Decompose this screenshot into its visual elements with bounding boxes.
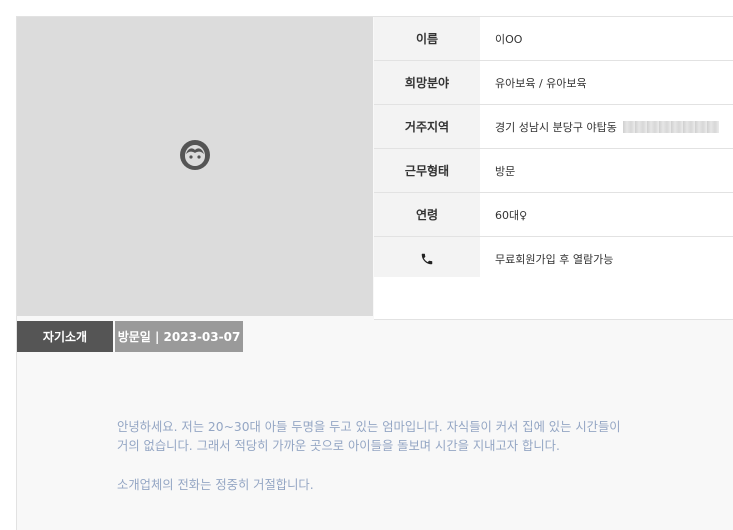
info-label	[374, 237, 480, 280]
phone-icon	[421, 253, 433, 264]
info-label: 이름	[374, 17, 480, 60]
profile-info-table: 이름 이OO 희망분야 유아보육 / 유아보육 거주지역 경기 성남시 분당구 …	[374, 17, 733, 281]
tab-intro[interactable]: 자기소개	[17, 321, 113, 352]
person-face-icon	[180, 140, 210, 170]
info-value: 유아보육 / 유아보육	[480, 61, 733, 104]
info-row-work-type: 근무형태 방문	[374, 149, 733, 193]
info-row-age: 연령 60대♀	[374, 193, 733, 237]
tab-visit-date[interactable]: 방문일 | 2023-03-07	[115, 321, 243, 352]
info-row-field: 희망분야 유아보육 / 유아보육	[374, 61, 733, 105]
info-row-name: 이름 이OO	[374, 17, 733, 61]
intro-text: 안녕하세요. 저는 20~30대 아들 두명을 두고 있는 엄마입니다. 자식들…	[117, 418, 657, 495]
info-row-region: 거주지역 경기 성남시 분당구 야탑동	[374, 105, 733, 149]
info-value: 경기 성남시 분당구 야탑동	[480, 105, 733, 148]
profile-photo-placeholder	[17, 17, 373, 316]
info-label: 거주지역	[374, 105, 480, 148]
info-label: 희망분야	[374, 61, 480, 104]
intro-notice: 소개업체의 전화는 정중히 거절합니다.	[117, 478, 314, 492]
info-value: 60대♀	[480, 193, 733, 236]
info-table-empty-row	[374, 277, 733, 320]
info-row-phone: 무료회원가입 후 열람가능	[374, 237, 733, 281]
intro-line: 거의 없습니다. 그래서 적당히 가까운 곳으로 아이들을 돌보며 시간을 지내…	[117, 439, 560, 453]
info-value: 방문	[480, 149, 733, 192]
profile-card: 이름 이OO 희망분야 유아보육 / 유아보육 거주지역 경기 성남시 분당구 …	[16, 16, 733, 530]
info-label: 근무형태	[374, 149, 480, 192]
blurred-address	[622, 120, 719, 133]
profile-tabs: 자기소개 방문일 | 2023-03-07	[17, 321, 243, 352]
info-value: 이OO	[480, 17, 733, 60]
intro-line: 안녕하세요. 저는 20~30대 아들 두명을 두고 있는 엄마입니다. 자식들…	[117, 420, 621, 434]
region-text: 경기 성남시 분당구 야탑동	[495, 120, 617, 134]
phone-value[interactable]: 무료회원가입 후 열람가능	[480, 237, 733, 280]
info-label: 연령	[374, 193, 480, 236]
